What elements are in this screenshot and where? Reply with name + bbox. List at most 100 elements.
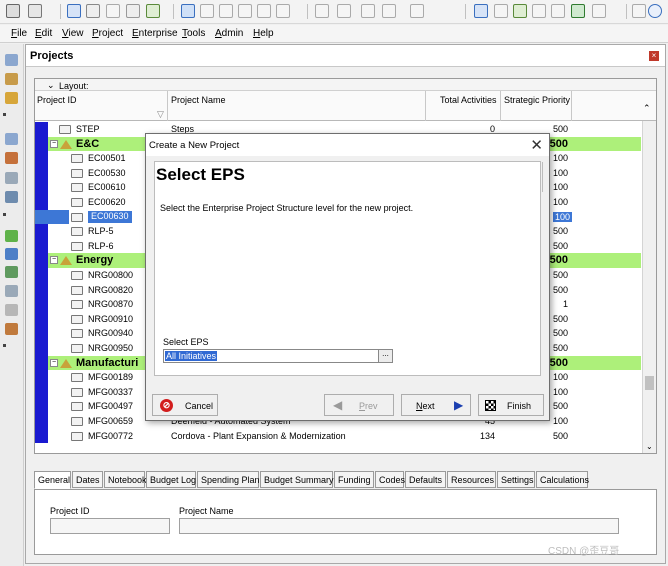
link-icon[interactable] bbox=[532, 4, 546, 18]
network-icon[interactable] bbox=[494, 4, 508, 18]
project-id-cell[interactable]: MFG00337 bbox=[88, 387, 133, 397]
next-button[interactable]: Next ▶ bbox=[401, 394, 471, 416]
tab-notebook[interactable]: Notebook bbox=[104, 471, 147, 488]
menu-enterprise[interactable]: Enterprise bbox=[132, 28, 178, 39]
project-id-cell[interactable]: EC00501 bbox=[88, 153, 126, 163]
close-icon[interactable]: × bbox=[649, 51, 659, 61]
wbs-icon[interactable] bbox=[5, 230, 18, 242]
project-id-cell[interactable]: NRG00800 bbox=[88, 270, 133, 280]
funnel-icon[interactable] bbox=[382, 4, 396, 18]
help-icon[interactable] bbox=[648, 4, 662, 18]
filter-icon[interactable] bbox=[106, 4, 120, 18]
project-row[interactable]: MFG00772 Cordova - Plant Expansion & Mode… bbox=[35, 428, 641, 444]
work-products-icon[interactable] bbox=[5, 266, 18, 278]
zoom-icon[interactable] bbox=[181, 4, 195, 18]
panel-icon[interactable] bbox=[632, 4, 646, 18]
column-divider[interactable] bbox=[500, 91, 501, 121]
menu-project[interactable]: Project bbox=[92, 28, 123, 39]
layout-bar[interactable]: ⌄ Layout: Projects bbox=[35, 79, 656, 101]
menu-tools[interactable]: Tools bbox=[182, 28, 205, 39]
cancel-button[interactable]: ⊘ Cancel bbox=[152, 394, 218, 416]
store-icon[interactable] bbox=[571, 4, 585, 18]
scroll-up-icon[interactable]: ⌃ bbox=[643, 103, 651, 114]
project-id-cell[interactable]: NRG00870 bbox=[88, 299, 133, 309]
monitor-icon[interactable] bbox=[592, 4, 606, 18]
select-eps-field[interactable]: All Initiatives ... bbox=[163, 349, 393, 363]
project-id-cell[interactable]: NRG00820 bbox=[88, 285, 133, 295]
project-id-cell[interactable]: STEP bbox=[76, 124, 100, 134]
layout-label[interactable]: ⌄ Layout: Projects bbox=[47, 80, 92, 101]
project-name-field[interactable] bbox=[179, 518, 619, 534]
project-id-cell[interactable]: MFG00497 bbox=[88, 401, 133, 411]
bars-icon[interactable] bbox=[337, 4, 351, 18]
home-icon[interactable] bbox=[5, 54, 18, 66]
undo-icon[interactable] bbox=[276, 4, 290, 18]
tab-budget-log[interactable]: Budget Log bbox=[146, 471, 196, 488]
delete-icon[interactable] bbox=[257, 4, 271, 18]
project-id-cell[interactable]: NRG00950 bbox=[88, 343, 133, 353]
print-preview-icon[interactable] bbox=[28, 4, 42, 18]
scroll-down-icon[interactable]: ⌄ bbox=[646, 442, 653, 451]
project-id-cell[interactable]: RLP-6 bbox=[88, 241, 114, 251]
project-id-cell[interactable]: EC00630 bbox=[88, 210, 132, 223]
close-icon[interactable]: ✕ bbox=[530, 136, 543, 154]
scrollbar-thumb[interactable] bbox=[645, 376, 654, 390]
collapse-icon[interactable]: − bbox=[50, 358, 58, 367]
calendar-icon[interactable] bbox=[474, 4, 488, 18]
level-icon[interactable] bbox=[551, 4, 565, 18]
menu-file[interactable]: File bbox=[11, 28, 27, 39]
column-header-strategic-priority[interactable]: Strategic Priority bbox=[504, 95, 570, 105]
project-id-cell[interactable]: RLP-5 bbox=[88, 226, 114, 236]
issues-icon[interactable] bbox=[5, 285, 18, 297]
project-id-cell[interactable]: MFG00772 bbox=[88, 431, 133, 441]
project-id-cell[interactable]: EC00610 bbox=[88, 182, 126, 192]
schedule-icon[interactable] bbox=[513, 4, 527, 18]
sort-icon[interactable]: ▽ bbox=[157, 109, 164, 120]
select-eps-value[interactable]: All Initiatives bbox=[165, 351, 218, 361]
outline-icon[interactable] bbox=[410, 4, 424, 18]
column-divider[interactable] bbox=[425, 91, 426, 121]
menu-help[interactable]: Help bbox=[253, 28, 274, 39]
project-id-cell[interactable]: NRG00940 bbox=[88, 328, 133, 338]
project-id-cell[interactable]: NRG00910 bbox=[88, 314, 133, 324]
menu-admin[interactable]: Admin bbox=[215, 28, 243, 39]
align-icon[interactable] bbox=[315, 4, 329, 18]
risks-icon[interactable] bbox=[5, 323, 18, 335]
chart-icon[interactable] bbox=[146, 4, 160, 18]
column-divider[interactable] bbox=[167, 91, 168, 121]
tab-defaults[interactable]: Defaults bbox=[405, 471, 446, 488]
tab-settings[interactable]: Settings bbox=[497, 471, 535, 488]
vertical-scrollbar[interactable]: ⌄ bbox=[642, 121, 656, 453]
cut-icon[interactable] bbox=[238, 4, 252, 18]
columns-icon[interactable] bbox=[86, 4, 100, 18]
print-icon[interactable] bbox=[6, 4, 20, 18]
finish-button[interactable]: Finish bbox=[478, 394, 544, 416]
activities-icon[interactable] bbox=[5, 92, 18, 104]
tab-general[interactable]: General bbox=[34, 471, 71, 489]
tab-codes[interactable]: Codes bbox=[375, 471, 405, 488]
tab-resources[interactable]: Resources bbox=[447, 471, 496, 488]
tab-dates[interactable]: Dates bbox=[72, 471, 103, 488]
thresholds-icon[interactable] bbox=[5, 304, 18, 316]
column-header-total-activities[interactable]: Total Activities bbox=[440, 95, 497, 105]
tracking-icon[interactable] bbox=[5, 191, 18, 203]
menu-view[interactable]: View bbox=[62, 28, 84, 39]
assignments-icon[interactable] bbox=[5, 248, 18, 260]
table-icon[interactable] bbox=[361, 4, 375, 18]
group-sort-icon[interactable] bbox=[126, 4, 140, 18]
paste-icon[interactable] bbox=[219, 4, 233, 18]
projects-icon[interactable] bbox=[5, 73, 18, 85]
project-id-cell[interactable]: EC00530 bbox=[88, 168, 126, 178]
tab-funding[interactable]: Funding bbox=[334, 471, 374, 488]
rail-expand-icon[interactable] bbox=[3, 213, 6, 216]
prev-button[interactable]: ◀ Prev bbox=[324, 394, 394, 416]
project-id-field[interactable] bbox=[50, 518, 170, 534]
reports-icon[interactable] bbox=[5, 172, 18, 184]
column-header-project-name[interactable]: Project Name bbox=[171, 95, 226, 105]
resources-icon[interactable] bbox=[5, 152, 18, 164]
project-id-cell[interactable]: EC00620 bbox=[88, 197, 126, 207]
tab-budget-summary[interactable]: Budget Summary bbox=[260, 471, 334, 488]
rail-expand-icon[interactable] bbox=[3, 113, 6, 116]
layout-options-icon[interactable] bbox=[67, 4, 81, 18]
collapse-icon[interactable]: − bbox=[50, 256, 58, 265]
